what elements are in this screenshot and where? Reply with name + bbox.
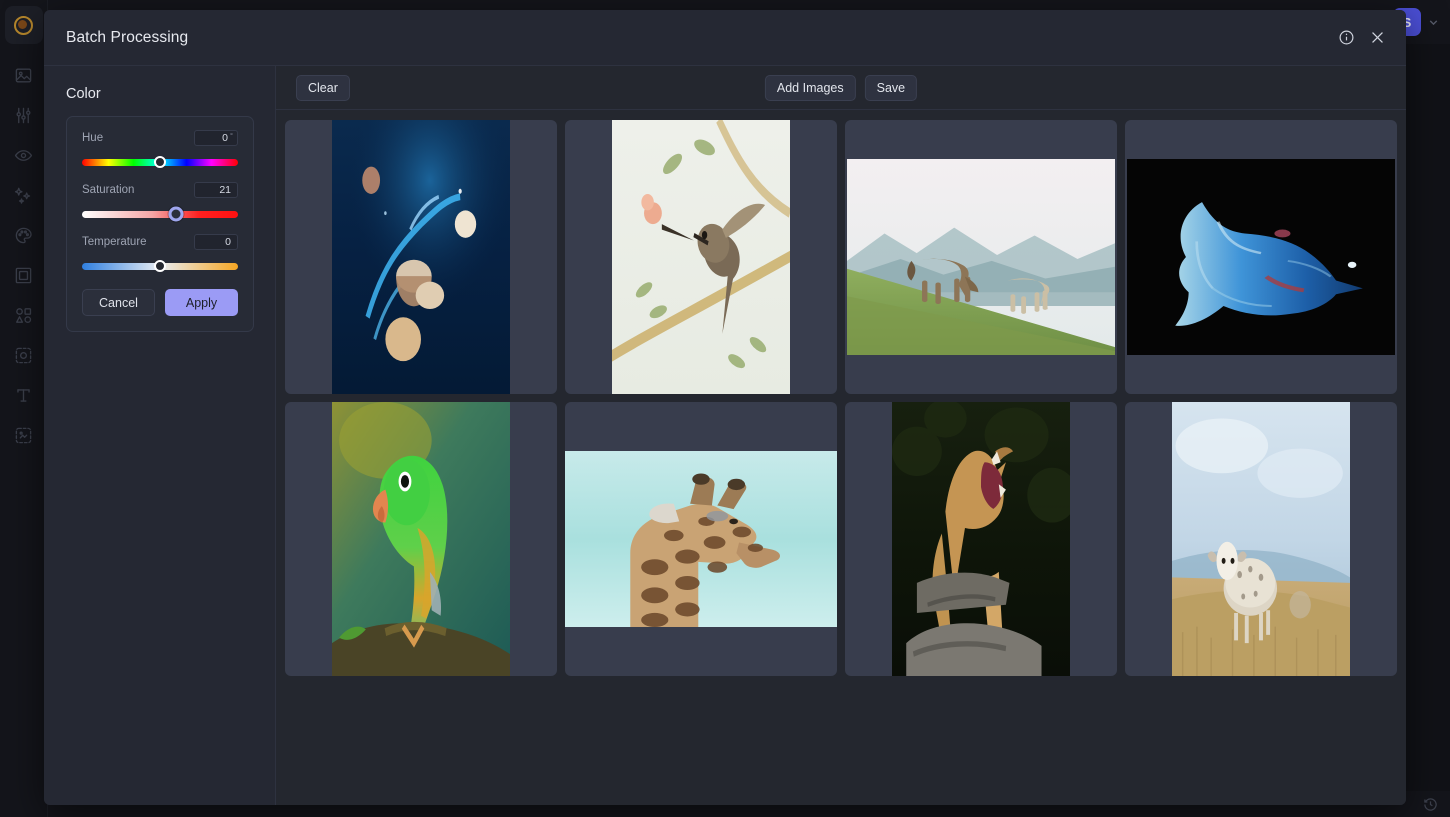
close-x-icon[interactable] (1369, 29, 1386, 46)
sparkles-retouch-icon[interactable] (5, 176, 43, 214)
temperature-slider-thumb[interactable] (154, 260, 166, 272)
application-root: S Batch Processing (0, 0, 1450, 817)
giraffe-photo (565, 451, 837, 627)
clear-button[interactable]: Clear (296, 75, 350, 101)
tool-rail (0, 0, 48, 817)
hue-slider[interactable] (82, 155, 238, 169)
image-grid (285, 120, 1397, 676)
page-title: Batch Processing (66, 29, 188, 47)
saturation-value: 21 (219, 185, 231, 196)
color-panel: Color Hue0°Saturation21Temperature0 Canc… (44, 66, 276, 805)
shapes-icon[interactable] (5, 296, 43, 334)
saturation-slider[interactable] (82, 207, 238, 221)
dialog-header: Batch Processing (44, 10, 1406, 66)
batch-processing-dialog: Batch Processing Color Hue 0 (44, 10, 1406, 805)
gallery-thumbnail[interactable] (285, 120, 557, 394)
sliders-adjust-icon[interactable] (5, 96, 43, 134)
temperature-value: 0 (225, 237, 231, 248)
gallery-thumbnail[interactable] (1125, 402, 1397, 676)
hue-control: Hue 0° (82, 130, 238, 169)
gallery-thumbnail[interactable] (285, 402, 557, 676)
saturation-label: Saturation (82, 184, 134, 196)
gallery-thumbnail[interactable] (565, 402, 837, 676)
hue-value-field[interactable]: 0° (194, 130, 238, 146)
color-actions: Cancel Apply (82, 289, 238, 316)
eye-icon[interactable] (5, 136, 43, 174)
horses-field-photo (847, 159, 1115, 355)
temperature-label: Temperature (82, 236, 147, 248)
add-images-button[interactable]: Add Images (765, 75, 856, 101)
temperature-slider[interactable] (82, 259, 238, 273)
gallery-toolbar: Clear Add Images Save (276, 66, 1406, 110)
hue-slider-thumb[interactable] (154, 156, 166, 168)
color-controls-card: Hue0°Saturation21Temperature0 Cancel App… (66, 116, 254, 332)
apply-button[interactable]: Apply (165, 289, 238, 316)
saturation-slider-track (82, 211, 238, 218)
sheep-photo (1172, 402, 1350, 676)
sticker-mask-icon[interactable] (5, 336, 43, 374)
hue-label: Hue (82, 132, 103, 144)
info-circle-icon[interactable] (1338, 29, 1355, 46)
gallery-thumbnail[interactable] (565, 120, 837, 394)
gallery-thumbnail[interactable] (845, 120, 1117, 394)
gallery-thumbnail[interactable] (845, 402, 1117, 676)
chevron-down-icon (1427, 16, 1440, 29)
gallery-thumbnail[interactable] (1125, 120, 1397, 394)
gallery-pane: Clear Add Images Save (276, 66, 1406, 805)
saturation-control: Saturation 21 (82, 182, 238, 221)
lioness-photo (892, 402, 1070, 676)
image-crop-icon[interactable] (5, 56, 43, 94)
hummingbird-photo (612, 120, 790, 394)
parakeet-photo (332, 402, 510, 676)
hue-unit: ° (230, 132, 233, 140)
color-section-title: Color (66, 86, 254, 102)
color-palette-icon[interactable] (5, 216, 43, 254)
save-button[interactable]: Save (865, 75, 918, 101)
text-tool-icon[interactable] (5, 376, 43, 414)
saturation-value-field[interactable]: 21 (194, 182, 238, 198)
temperature-control: Temperature 0 (82, 234, 238, 273)
cancel-button[interactable]: Cancel (82, 289, 155, 316)
jellyfish-photo (332, 120, 510, 394)
aperture-logo-icon[interactable] (5, 6, 43, 44)
gallery-scroll-area (276, 110, 1406, 805)
saturation-slider-thumb[interactable] (168, 207, 183, 222)
frame-icon[interactable] (5, 256, 43, 294)
history-clock-icon[interactable] (1423, 797, 1438, 812)
dialog-body: Color Hue0°Saturation21Temperature0 Canc… (44, 66, 1406, 805)
temperature-value-field[interactable]: 0 (194, 234, 238, 250)
effects-image-icon[interactable] (5, 416, 43, 454)
hue-value: 0 (222, 133, 228, 144)
betta-fish-photo (1127, 159, 1395, 355)
